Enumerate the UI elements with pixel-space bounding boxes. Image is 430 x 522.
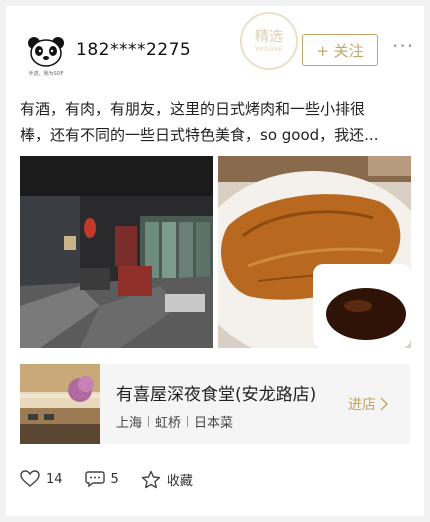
shop-tag-cuisine: 日本菜 bbox=[194, 416, 234, 431]
comment-button[interactable]: 5 bbox=[84, 470, 119, 488]
post-text[interactable]: 有酒，有肉，有朋友，这里的日式烤肉和一些小排很 棒，还有不同的一些日式特色美食，… bbox=[20, 96, 412, 148]
tag-divider bbox=[187, 416, 189, 427]
shop-tag-district: 虹桥 bbox=[155, 416, 182, 431]
action-bar: 14 5 收藏 bbox=[20, 468, 215, 490]
featured-stamp: 精选 YHOUSE bbox=[240, 12, 298, 70]
comment-count: 5 bbox=[110, 471, 119, 487]
like-button[interactable]: 14 bbox=[20, 470, 63, 488]
stamp-title: 精选 bbox=[255, 29, 283, 45]
user-avatar[interactable]: 手迹，我为SOF bbox=[24, 34, 68, 78]
heart-icon bbox=[20, 470, 40, 487]
stamp-subtitle: YHOUSE bbox=[255, 46, 283, 53]
post-photo-food[interactable] bbox=[218, 156, 411, 348]
comment-icon bbox=[84, 471, 105, 488]
shop-tag-city: 上海 bbox=[116, 416, 143, 431]
shop-name: 有喜屋深夜食堂(安龙路店) bbox=[116, 385, 317, 405]
username[interactable]: 182****2275 bbox=[76, 40, 191, 60]
enter-shop-button[interactable]: 进店 bbox=[348, 394, 388, 414]
post-photo-restaurant[interactable] bbox=[20, 156, 213, 348]
avatar-caption: 手迹，我为SOF bbox=[28, 71, 64, 77]
collect-label: 收藏 bbox=[166, 473, 193, 489]
post-text-line-1: 有酒，有肉，有朋友，这里的日式烤肉和一些小排很 bbox=[20, 100, 366, 118]
panda-icon bbox=[28, 37, 64, 67]
star-icon bbox=[141, 470, 161, 488]
chevron-right-icon bbox=[380, 397, 388, 411]
tag-divider bbox=[148, 416, 150, 427]
more-icon[interactable]: ··· bbox=[392, 34, 414, 58]
shop-card[interactable]: 有喜屋深夜食堂(安龙路店) 上海 虹桥 日本菜 进店 bbox=[20, 364, 410, 444]
enter-shop-label: 进店 bbox=[348, 397, 376, 413]
post-text-line-2: 棒，还有不同的一些日式特色美食，so good，我还... bbox=[20, 126, 379, 144]
collect-button[interactable]: 收藏 bbox=[141, 470, 193, 489]
shop-thumbnail bbox=[20, 364, 100, 444]
shop-tags: 上海 虹桥 日本菜 bbox=[116, 412, 233, 431]
post-card: 手迹，我为SOF 182****2275 精选 YHOUSE + 关注 ··· … bbox=[6, 6, 424, 516]
like-count: 14 bbox=[46, 471, 63, 487]
follow-button[interactable]: + 关注 bbox=[302, 34, 378, 66]
